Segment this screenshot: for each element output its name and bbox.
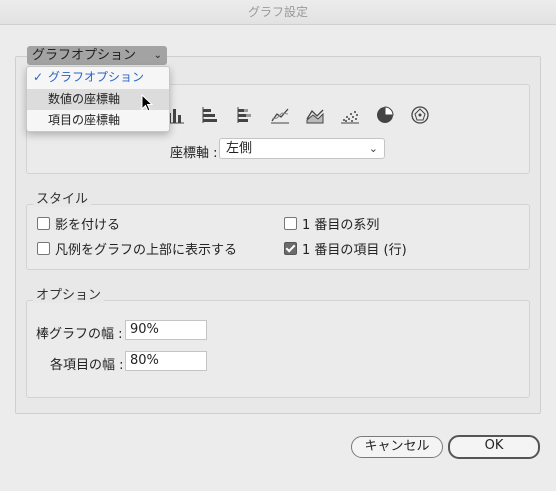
legend-top-checkbox-label: 凡例をグラフの上部に表示する [55,243,238,258]
window-title: グラフ設定 [0,0,556,25]
checkmark-icon: ✓ [33,70,44,84]
item-width-label: 各項目の幅 : [50,358,124,373]
axis-select[interactable]: 左側 ⌄ [219,138,385,159]
stacked-bar-icon[interactable] [234,104,256,126]
bar-width-input[interactable]: 90% [125,320,207,340]
panel-dropdown[interactable]: グラフオプション ⌄ [27,46,167,65]
first-series-checkbox[interactable]: 1 番目の系列 [284,214,379,233]
first-series-checkbox-box[interactable] [284,217,297,230]
shadow-checkbox-box[interactable] [37,217,50,230]
chevron-down-icon: ⌄ [153,50,162,61]
ok-button[interactable]: OK [448,435,540,459]
cancel-button[interactable]: キャンセル [351,436,443,458]
axis-select-value: 左側 [226,141,253,156]
shadow-checkbox-label: 影を付ける [55,218,121,233]
line-icon[interactable] [269,104,291,126]
dropdown-item-label: 項目の座標軸 [48,113,121,127]
legend-top-checkbox[interactable]: 凡例をグラフの上部に表示する [37,239,237,258]
panel-dropdown-value: グラフオプション [32,48,137,63]
first-series-checkbox-label: 1 番目の系列 [302,218,380,233]
bar-width-label: 棒グラフの幅 : [36,327,123,342]
first-item-checkbox[interactable]: 1 番目の項目 (行) [284,239,407,258]
shadow-checkbox[interactable]: 影を付ける [37,214,120,233]
radar-icon[interactable] [409,104,431,126]
dropdown-item-category-axis[interactable]: 項目の座標軸 [27,110,169,131]
dropdown-item-graph-options[interactable]: ✓ グラフオプション [27,67,169,88]
options-group-legend: オプション [33,284,105,303]
pie-icon[interactable] [374,104,396,126]
first-item-checkbox-box[interactable] [284,242,297,255]
style-group-legend: スタイル [33,188,92,207]
mouse-cursor-icon [141,94,153,112]
chevron-down-icon: ⌄ [368,142,378,155]
bar-icon[interactable] [199,104,221,126]
item-width-input[interactable]: 80% [125,351,207,371]
dropdown-item-label: 数値の座標軸 [48,92,121,106]
scatter-icon[interactable] [339,104,361,126]
legend-top-checkbox-box[interactable] [37,242,50,255]
area-icon[interactable] [304,104,326,126]
dropdown-item-label: グラフオプション [48,70,145,84]
chart-type-icons [164,104,444,126]
options-group [26,300,530,398]
first-item-checkbox-label: 1 番目の項目 (行) [302,243,407,258]
axis-label: 座標軸 : [170,146,218,161]
